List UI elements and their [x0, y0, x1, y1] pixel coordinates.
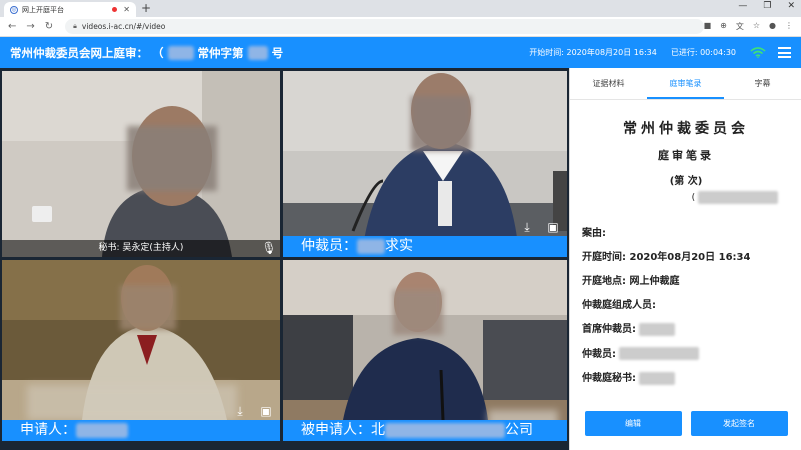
video-tile-arbitrator[interactable]: 仲裁员： 求实 ⤓ ▣: [283, 71, 567, 257]
chief-label: 首席仲裁员:: [582, 324, 636, 335]
back-icon[interactable]: ←: [8, 21, 16, 32]
transcript-document: 常州仲裁委员会 庭审笔录 (第 次) ( 案由: 开庭时间: 2020年08月2…: [570, 100, 801, 400]
secretary-name: 秘书: 吴永定(主持人): [98, 243, 184, 253]
url-text: videos.i-ac.cn/#/video: [81, 22, 166, 31]
case-mid: 常仲字第: [197, 45, 244, 60]
window-close-icon[interactable]: ✕: [787, 1, 795, 11]
arbitrator-label: 仲裁员:: [582, 348, 616, 360]
bookmark-star-icon[interactable]: ☆: [753, 21, 760, 32]
close-tab-icon[interactable]: ✕: [123, 5, 130, 14]
translate-icon[interactable]: 文: [736, 21, 744, 32]
applicant-role: 申请人：: [20, 422, 76, 438]
new-tab-icon[interactable]: +: [141, 1, 151, 15]
tab-subtitles[interactable]: 字幕: [724, 68, 801, 99]
profile-icon[interactable]: ●: [769, 21, 776, 32]
row-tribunal: 仲裁庭组成人员:: [582, 300, 656, 311]
video-stage: 秘书: 吴永定(主持人) 🎙︎ 仲裁员： 求实 ⤓ ▣ 申请人： ⤓ ▣ 被申请…: [0, 68, 569, 450]
browser-menu-icon[interactable]: ⋮: [785, 21, 793, 32]
redacted-doc-number: [698, 191, 778, 204]
row-chief: 首席仲裁员:: [582, 320, 790, 336]
site-favicon-icon: ◎: [10, 5, 18, 14]
redacted-chief-name: [639, 322, 676, 336]
maximize-icon[interactable]: ❐: [763, 1, 771, 11]
secretary-video-feed: [2, 71, 280, 257]
case-suffix: 号: [271, 45, 284, 60]
panel-actions: 编辑 发起签名: [570, 411, 801, 436]
arbitrator-name-suffix: 求实: [385, 238, 413, 254]
sign-button[interactable]: 发起签名: [690, 411, 788, 436]
row-arbitrator: 仲裁员:: [582, 345, 790, 360]
doc-session: (第 次): [669, 176, 703, 187]
location-icon[interactable]: ⊕: [720, 21, 727, 32]
tab-transcript[interactable]: 庭审笔录: [647, 68, 724, 99]
case-open-paren: （: [152, 45, 164, 60]
subtitle-icon[interactable]: ▣: [258, 404, 274, 418]
start-time: 开始时间: 2020年08月20日 16:34: [529, 48, 657, 57]
respondent-caption: 被申请人：北 公司: [283, 420, 567, 441]
video-tile-respondent[interactable]: 被申请人：北 公司: [283, 260, 567, 441]
app-header: 常州仲裁委员会网上庭审： （ 常仲字第 号 开始时间: 2020年08月20日 …: [0, 37, 801, 68]
respondent-role: 被申请人：北: [301, 422, 385, 438]
elapsed-time: 已进行: 00:04:30: [670, 48, 736, 57]
browser-tab[interactable]: ◎ 网上开庭平台 ✕: [4, 2, 136, 17]
respondent-name-suffix: 公司: [505, 422, 533, 438]
row-time: 开庭时间: 2020年08月20日 16:34: [582, 252, 751, 263]
recording-indicator-icon: [112, 7, 118, 12]
forward-icon[interactable]: →: [26, 21, 34, 32]
doc-number-paren: (: [691, 193, 696, 203]
row-place: 开庭地点: 网上仲裁庭: [582, 276, 680, 287]
respondent-video-feed: [283, 260, 567, 441]
download-icon[interactable]: ⤓: [519, 220, 535, 234]
microphone-icon[interactable]: 🎙︎: [261, 241, 277, 255]
doc-number: (: [582, 191, 778, 204]
browser-tab-strip: ◎ 网上开庭平台 ✕ + — ❐ ✕: [0, 0, 801, 17]
window-controls: — ❐ ✕: [738, 1, 795, 11]
redacted-respondent-name: [385, 422, 505, 438]
subtitle-icon[interactable]: ▣: [545, 220, 561, 234]
row-secretary: 仲裁庭秘书:: [582, 369, 790, 385]
video-tile-applicant[interactable]: 申请人： ⤓ ▣: [2, 260, 280, 441]
network-signal-icon: [750, 47, 766, 58]
redacted-arbitrator-names: [619, 347, 700, 360]
secretary-label: 仲裁庭秘书:: [582, 373, 636, 384]
redacted-arbitrator-name: [357, 238, 385, 254]
panel-tabs: 证据材料 庭审笔录 字幕: [570, 68, 801, 100]
arbitrator-caption: 仲裁员： 求实: [283, 236, 567, 257]
reload-icon[interactable]: ↻: [45, 21, 53, 32]
doc-subtitle: 庭审笔录: [658, 149, 714, 162]
browser-toolbar: ← → ↻ 🔒︎ videos.i-ac.cn/#/video ■ ⊕ 文 ☆ …: [0, 17, 801, 37]
download-icon[interactable]: ⤓: [232, 404, 248, 418]
side-panel: 证据材料 庭审笔录 字幕 常州仲裁委员会 庭审笔录 (第 次) ( 案由: 开庭…: [569, 68, 801, 450]
title-prefix: 常州仲裁委员会网上庭审：: [10, 45, 148, 60]
applicant-caption: 申请人：: [2, 420, 280, 441]
redacted-secretary-name: [639, 371, 676, 385]
browser-tab-title: 网上开庭平台: [22, 5, 64, 14]
video-tile-secretary[interactable]: 秘书: 吴永定(主持人) 🎙︎: [2, 71, 280, 257]
secretary-caption: 秘书: 吴永定(主持人): [2, 240, 280, 257]
redacted-applicant-name: [76, 422, 128, 438]
redacted-case-number: [247, 46, 268, 60]
address-bar[interactable]: 🔒︎ videos.i-ac.cn/#/video: [65, 19, 704, 34]
page-title: 常州仲裁委员会网上庭审： （ 常仲字第 号: [10, 45, 283, 61]
tab-evidence[interactable]: 证据材料: [570, 68, 647, 99]
row-case: 案由:: [582, 228, 606, 239]
edit-button[interactable]: 编辑: [584, 411, 682, 436]
minimize-icon[interactable]: —: [738, 1, 747, 11]
camera-icon[interactable]: ■: [704, 21, 712, 32]
redacted-case-year: [167, 46, 194, 60]
arbitrator-role: 仲裁员：: [301, 238, 357, 254]
lock-icon: 🔒︎: [73, 22, 77, 30]
doc-title: 常州仲裁委员会: [623, 121, 749, 137]
hamburger-menu-icon[interactable]: [778, 47, 791, 58]
